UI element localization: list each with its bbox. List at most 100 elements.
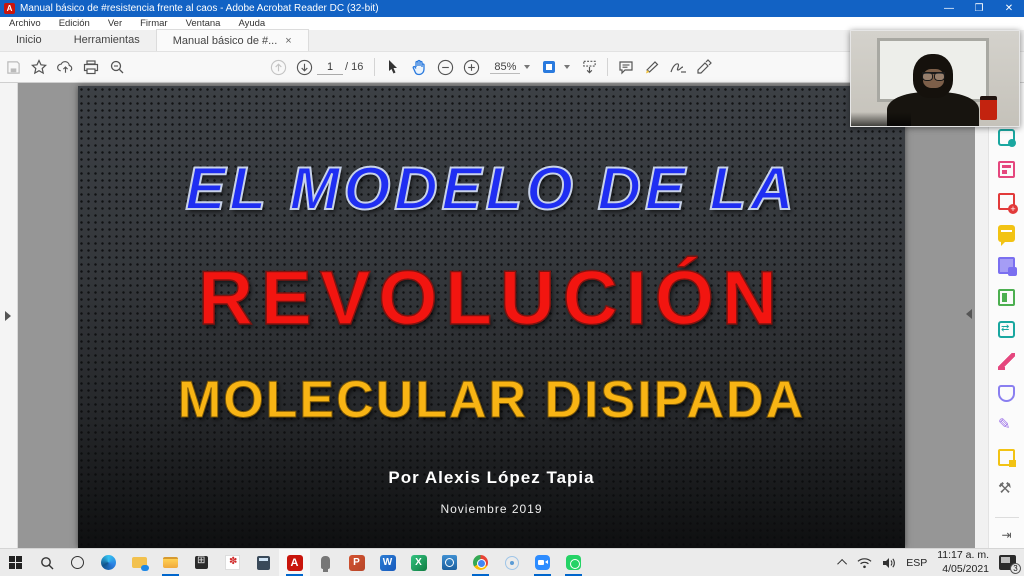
menu-firmar[interactable]: Firmar	[131, 18, 176, 29]
calculator-button[interactable]	[248, 549, 279, 576]
comment-tool-icon[interactable]	[998, 225, 1015, 246]
remote-app-button[interactable]	[434, 549, 465, 576]
search-icon	[40, 556, 53, 569]
clock[interactable]: 11:17 a. m. 4/05/2021	[937, 549, 989, 575]
menu-ventana[interactable]: Ventana	[177, 18, 230, 29]
slide-title-line3: MOLECULAR DISIPADA	[177, 371, 806, 430]
maximize-button[interactable]: ❐	[964, 0, 994, 17]
sign-icon[interactable]	[665, 55, 691, 79]
zoom-dropdown-icon[interactable]	[524, 65, 531, 69]
slide-title-line1: EL MODELO DE LA	[184, 154, 798, 223]
zoom-in-icon[interactable]	[458, 55, 484, 79]
fit-page-icon[interactable]	[536, 55, 562, 79]
favorite-star-icon[interactable]	[26, 55, 52, 79]
onedrive-folder-icon	[132, 557, 149, 571]
language-indicator[interactable]: ESP	[906, 557, 927, 569]
taskbar: A P W X ESP	[0, 548, 1024, 576]
wifi-icon[interactable]	[857, 557, 872, 569]
menu-archivo[interactable]: Archivo	[0, 18, 50, 29]
export-pdf-icon[interactable]	[998, 129, 1016, 147]
zoom-level-label[interactable]: 85%	[490, 61, 521, 74]
hand-tool-icon[interactable]	[406, 55, 432, 79]
edge-button[interactable]	[93, 549, 124, 576]
redact-icon[interactable]	[998, 353, 1015, 370]
combine-files-icon[interactable]	[998, 257, 1017, 276]
protect-icon[interactable]	[998, 385, 1015, 402]
scroll-mode-icon[interactable]	[576, 55, 602, 79]
slide-title-line2: REVOLUCIÓN	[197, 255, 785, 342]
request-signatures-icon[interactable]	[998, 449, 1016, 467]
zoom-app-button[interactable]	[527, 549, 558, 576]
organize-pages-icon[interactable]	[998, 289, 1015, 306]
capture-app-button[interactable]	[496, 549, 527, 576]
menu-ayuda[interactable]: Ayuda	[229, 18, 274, 29]
window-title: Manual básico de #resistencia frente al …	[20, 3, 379, 14]
menu-ver[interactable]: Ver	[99, 18, 131, 29]
page-up-icon[interactable]	[265, 55, 291, 79]
find-icon[interactable]	[104, 55, 130, 79]
edge-icon	[101, 555, 116, 570]
tab-document[interactable]: Manual básico de #... ×	[155, 29, 309, 51]
taskbar-search-button[interactable]	[31, 549, 62, 576]
tray-time: 11:17 a. m.	[937, 549, 989, 562]
print-icon[interactable]	[78, 55, 104, 79]
remote-app-icon	[442, 555, 457, 570]
close-button[interactable]: ✕	[994, 0, 1024, 17]
edit-pdf-icon[interactable]	[998, 161, 1015, 178]
word-button[interactable]: W	[372, 549, 403, 576]
comment-icon[interactable]	[613, 55, 639, 79]
whatsapp-button[interactable]	[558, 549, 589, 576]
minimize-button[interactable]: —	[934, 0, 964, 17]
acrobat-reader-window: A Manual básico de #resistencia frente a…	[0, 0, 1024, 576]
page-count-label: / 16	[345, 61, 364, 73]
compress-pdf-icon[interactable]	[998, 321, 1015, 338]
pdf-page[interactable]: EL MODELO DE LA REVOLUCIÓN MOLECULAR DIS…	[78, 86, 905, 548]
tab-inicio[interactable]: Inicio	[0, 29, 58, 51]
tray-expand-icon[interactable]	[837, 558, 848, 569]
onedrive-folder-button[interactable]	[124, 549, 155, 576]
zoom-app-icon	[535, 555, 550, 570]
menu-edicion[interactable]: Edición	[50, 18, 99, 29]
slide-date: Noviembre 2019	[440, 502, 543, 516]
acrobat-icon: A	[286, 554, 303, 571]
chrome-button[interactable]	[465, 549, 496, 576]
calculator-icon	[257, 555, 270, 570]
file-explorer-button[interactable]	[155, 549, 186, 576]
page-number-input[interactable]	[317, 59, 343, 75]
excel-button[interactable]: X	[403, 549, 434, 576]
acrobat-app-icon: A	[4, 3, 15, 14]
acrobat-taskbar-button[interactable]: A	[279, 549, 310, 576]
rewards-button[interactable]	[217, 549, 248, 576]
stamp-icon[interactable]	[691, 55, 717, 79]
page-down-icon[interactable]	[291, 55, 317, 79]
save-icon[interactable]	[0, 55, 26, 79]
fit-dropdown-icon[interactable]	[564, 65, 571, 69]
tab-herramientas[interactable]: Herramientas	[58, 29, 156, 51]
vertical-scrollbar[interactable]	[975, 83, 988, 548]
more-tools-icon[interactable]	[998, 479, 1015, 498]
file-explorer-icon	[163, 557, 178, 568]
chrome-icon	[473, 555, 488, 570]
highlight-icon[interactable]	[639, 55, 665, 79]
nav-pane-toggle-icon[interactable]	[5, 311, 11, 321]
notification-badge: 3	[1010, 563, 1021, 574]
tools-pane-toggle-icon[interactable]	[966, 309, 972, 319]
desk-shadow	[851, 112, 911, 126]
voice-recorder-button[interactable]	[310, 549, 341, 576]
webcam-overlay[interactable]	[850, 30, 1020, 127]
share-cloud-icon[interactable]	[52, 55, 78, 79]
document-area: EL MODELO DE LA REVOLUCIÓN MOLECULAR DIS…	[0, 83, 1024, 548]
fill-sign-icon[interactable]	[998, 415, 1015, 434]
start-button[interactable]	[0, 549, 31, 576]
tab-close-icon[interactable]: ×	[285, 35, 291, 47]
create-pdf-icon[interactable]	[998, 193, 1018, 214]
zoom-out-icon[interactable]	[432, 55, 458, 79]
notification-center-button[interactable]: 3	[999, 555, 1021, 574]
system-tray: ESP 11:17 a. m. 4/05/2021 3	[837, 549, 1024, 575]
select-tool-icon[interactable]	[380, 55, 406, 79]
cortana-button[interactable]	[62, 549, 93, 576]
volume-icon[interactable]	[882, 557, 896, 569]
collapse-panel-icon[interactable]: ⇥	[1001, 528, 1011, 542]
microsoft-store-button[interactable]	[186, 549, 217, 576]
powerpoint-button[interactable]: P	[341, 549, 372, 576]
